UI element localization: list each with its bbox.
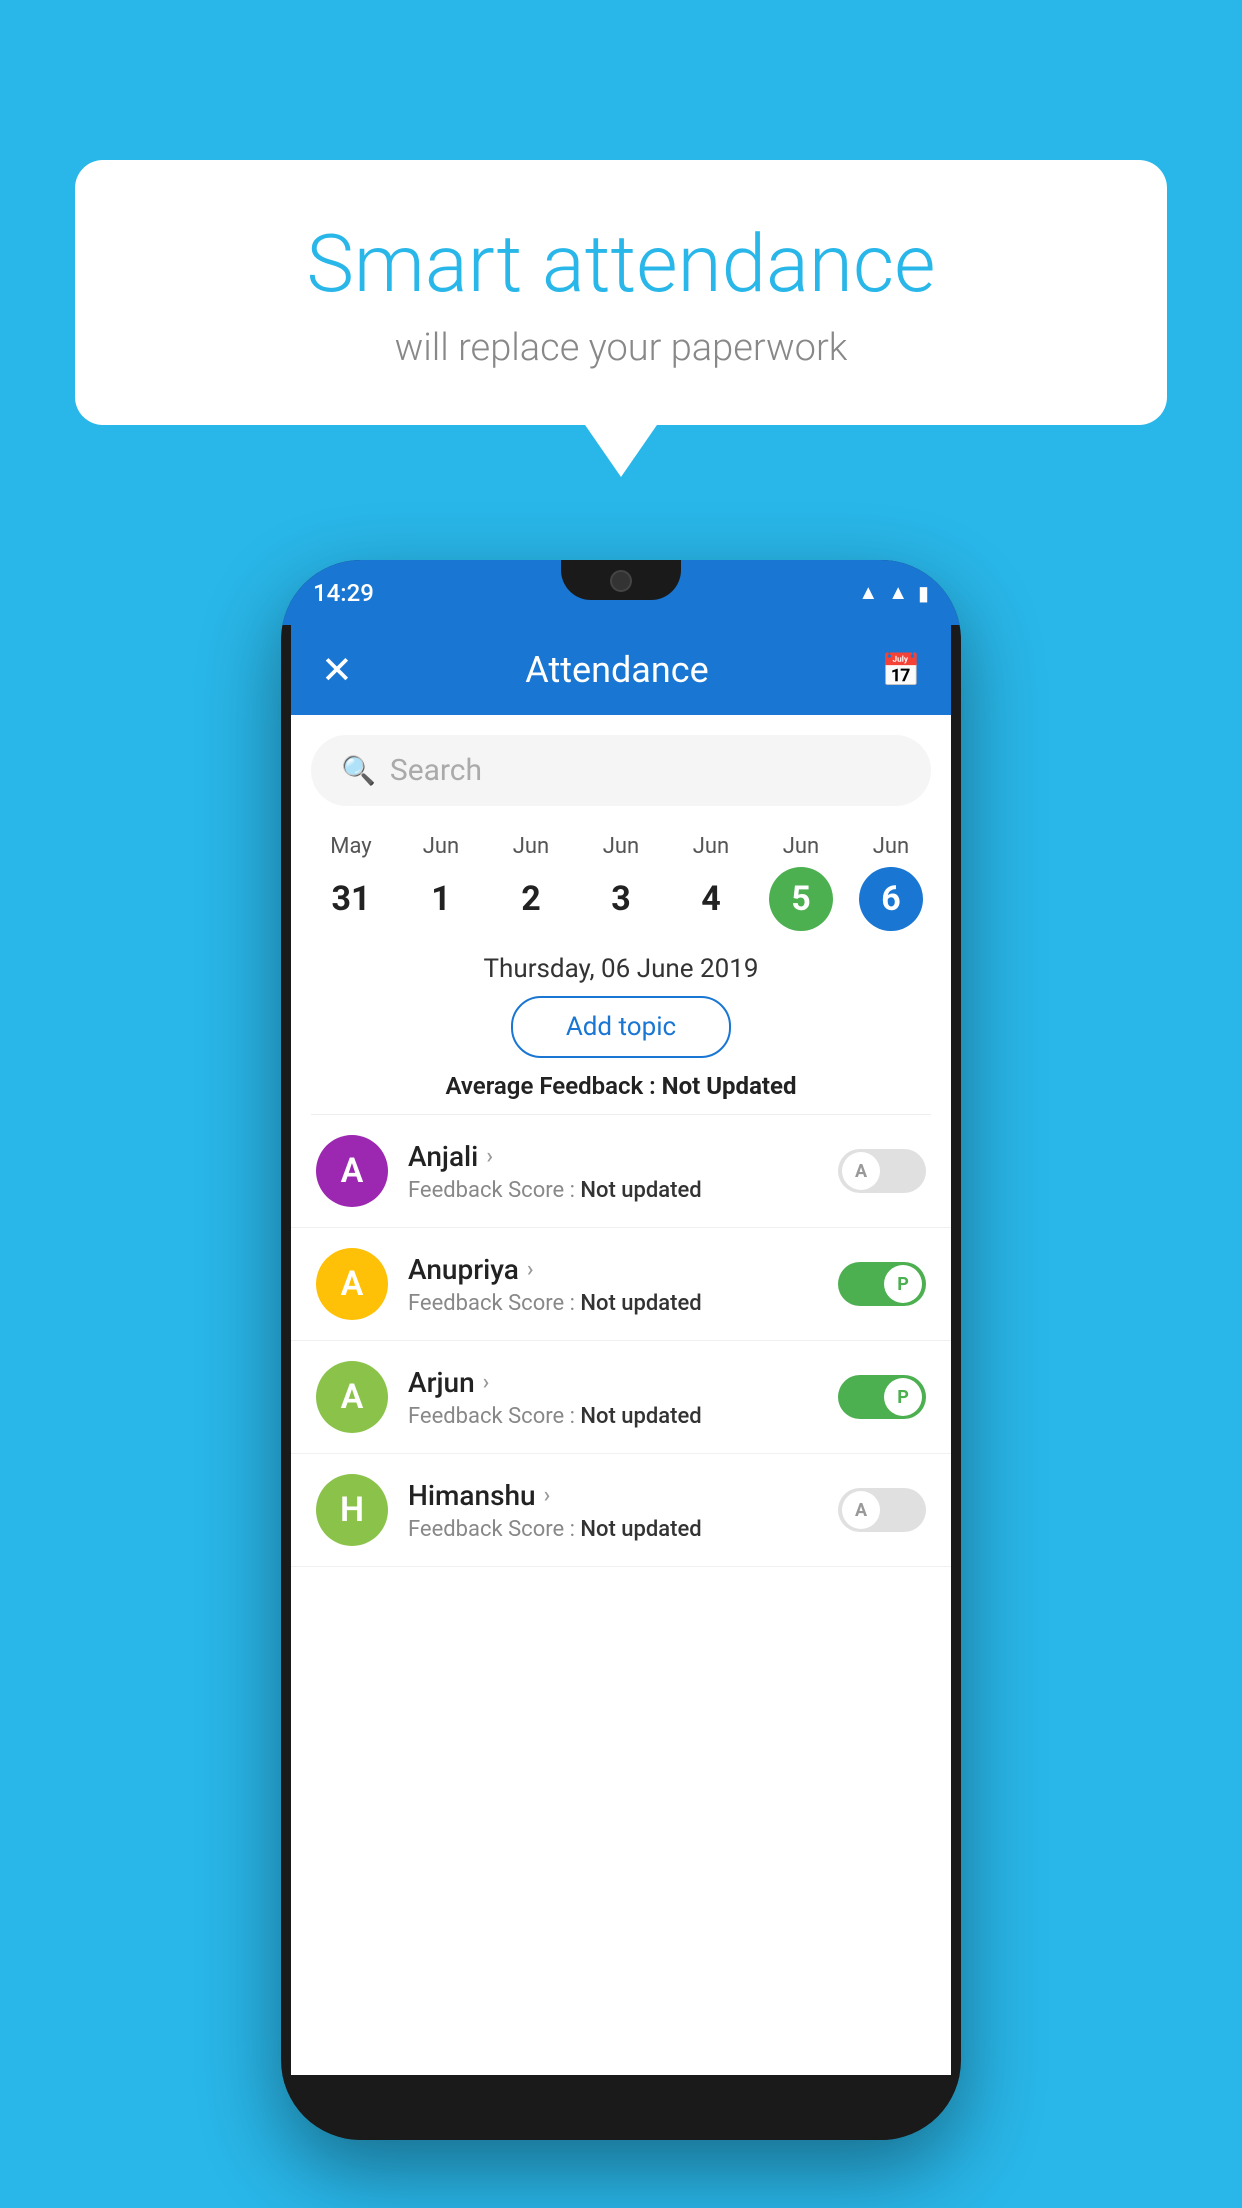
phone-frame: 14:29 ▲ ▲ ▮ ✕ Attendance 📅 🔍 Search May 3… bbox=[281, 560, 961, 2140]
cal-month-label: Jun bbox=[873, 834, 909, 859]
student-info: Himanshu › Feedback Score : Not updated bbox=[408, 1479, 818, 1542]
student-name: Anjali › bbox=[408, 1140, 818, 1173]
student-name: Arjun › bbox=[408, 1366, 818, 1399]
student-list: AAnjali ›Feedback Score : Not updatedAAA… bbox=[291, 1115, 951, 1567]
calendar-day[interactable]: Jun 5 bbox=[769, 834, 833, 931]
avatar: A bbox=[316, 1361, 388, 1433]
avatar: H bbox=[316, 1474, 388, 1546]
speech-bubble-title: Smart attendance bbox=[115, 220, 1127, 308]
feedback-value: Not updated bbox=[580, 1404, 701, 1429]
calendar-day[interactable]: Jun 1 bbox=[409, 834, 473, 931]
avg-feedback-value: Not Updated bbox=[662, 1072, 797, 1100]
student-feedback: Feedback Score : Not updated bbox=[408, 1404, 818, 1429]
student-feedback: Feedback Score : Not updated bbox=[408, 1291, 818, 1316]
add-topic-button[interactable]: Add topic bbox=[511, 996, 731, 1058]
avatar: A bbox=[316, 1135, 388, 1207]
calendar-row: May 31 Jun 1 Jun 2 Jun 3 Jun 4 Jun 5 Jun 6 bbox=[291, 816, 951, 936]
phone-notch bbox=[561, 560, 681, 600]
cal-date-number: 5 bbox=[769, 867, 833, 931]
cal-date-number: 2 bbox=[499, 867, 563, 931]
student-info: Anupriya › Feedback Score : Not updated bbox=[408, 1253, 818, 1316]
cal-date-number: 3 bbox=[589, 867, 653, 931]
attendance-toggle[interactable]: P bbox=[838, 1262, 926, 1306]
student-info: Arjun › Feedback Score : Not updated bbox=[408, 1366, 818, 1429]
attendance-toggle[interactable]: A bbox=[838, 1488, 926, 1532]
attendance-toggle[interactable]: P bbox=[838, 1375, 926, 1419]
toggle-knob: P bbox=[884, 1265, 922, 1303]
app-header: ✕ Attendance 📅 bbox=[291, 625, 951, 715]
phone-screen: ✕ Attendance 📅 🔍 Search May31Jun1Jun2Jun… bbox=[291, 625, 951, 2075]
student-feedback: Feedback Score : Not updated bbox=[408, 1178, 818, 1203]
toggle-knob: A bbox=[842, 1491, 880, 1529]
feedback-value: Not updated bbox=[580, 1291, 701, 1316]
avatar: A bbox=[316, 1248, 388, 1320]
toggle-knob: P bbox=[884, 1378, 922, 1416]
calendar-day[interactable]: Jun 2 bbox=[499, 834, 563, 931]
cal-date-number: 6 bbox=[859, 867, 923, 931]
search-bar[interactable]: 🔍 Search bbox=[311, 735, 931, 806]
feedback-value: Not updated bbox=[580, 1178, 701, 1203]
student-name: Himanshu › bbox=[408, 1479, 818, 1512]
phone-bottom-bar bbox=[281, 2075, 961, 2140]
status-bar: 14:29 ▲ ▲ ▮ bbox=[281, 560, 961, 625]
chevron-icon: › bbox=[544, 1483, 551, 1508]
speech-bubble-subtitle: will replace your paperwork bbox=[115, 326, 1127, 370]
cal-month-label: Jun bbox=[783, 834, 819, 859]
selected-date: Thursday, 06 June 2019 bbox=[291, 954, 951, 984]
student-info: Anjali › Feedback Score : Not updated bbox=[408, 1140, 818, 1203]
student-feedback: Feedback Score : Not updated bbox=[408, 1517, 818, 1542]
toggle-knob: A bbox=[842, 1152, 880, 1190]
student-name: Anupriya › bbox=[408, 1253, 818, 1286]
chevron-icon: › bbox=[486, 1144, 493, 1169]
search-icon: 🔍 bbox=[341, 754, 376, 787]
chevron-icon: › bbox=[527, 1257, 534, 1282]
cal-date-number: 1 bbox=[409, 867, 473, 931]
cal-month-label: Jun bbox=[513, 834, 549, 859]
chevron-icon: › bbox=[483, 1370, 490, 1395]
student-row[interactable]: A Arjun › Feedback Score : Not updated P bbox=[291, 1341, 951, 1454]
student-row[interactable]: A Anupriya › Feedback Score : Not updated P bbox=[291, 1228, 951, 1341]
cal-date-number: 4 bbox=[679, 867, 743, 931]
cal-month-label: Jun bbox=[693, 834, 729, 859]
close-icon[interactable]: ✕ bbox=[321, 648, 353, 693]
student-row[interactable]: A Anjali › Feedback Score : Not updated A bbox=[291, 1115, 951, 1228]
battery-icon: ▮ bbox=[918, 581, 929, 605]
calendar-day[interactable]: Jun 6 bbox=[859, 834, 923, 931]
feedback-value: Not updated bbox=[580, 1517, 701, 1542]
camera bbox=[610, 570, 632, 592]
status-icons: ▲ ▲ ▮ bbox=[858, 580, 929, 605]
status-time: 14:29 bbox=[313, 579, 374, 607]
cal-date-number: 31 bbox=[319, 867, 383, 931]
app-header-title: Attendance bbox=[525, 649, 708, 691]
student-row[interactable]: H Himanshu › Feedback Score : Not updated A bbox=[291, 1454, 951, 1567]
cal-month-label: May bbox=[330, 834, 371, 859]
search-placeholder: Search bbox=[390, 753, 482, 788]
signal-icon: ▲ bbox=[888, 580, 908, 605]
calendar-day[interactable]: May 31 bbox=[319, 834, 383, 931]
average-feedback: Average Feedback : Not Updated bbox=[291, 1072, 951, 1100]
calendar-icon[interactable]: 📅 bbox=[881, 651, 921, 689]
calendar-day[interactable]: Jun 4 bbox=[679, 834, 743, 931]
wifi-icon: ▲ bbox=[858, 580, 878, 605]
calendar-day[interactable]: Jun 3 bbox=[589, 834, 653, 931]
avg-feedback-label: Average Feedback : bbox=[445, 1072, 661, 1100]
attendance-toggle[interactable]: A bbox=[838, 1149, 926, 1193]
cal-month-label: Jun bbox=[423, 834, 459, 859]
speech-bubble: Smart attendance will replace your paper… bbox=[75, 160, 1167, 425]
cal-month-label: Jun bbox=[603, 834, 639, 859]
